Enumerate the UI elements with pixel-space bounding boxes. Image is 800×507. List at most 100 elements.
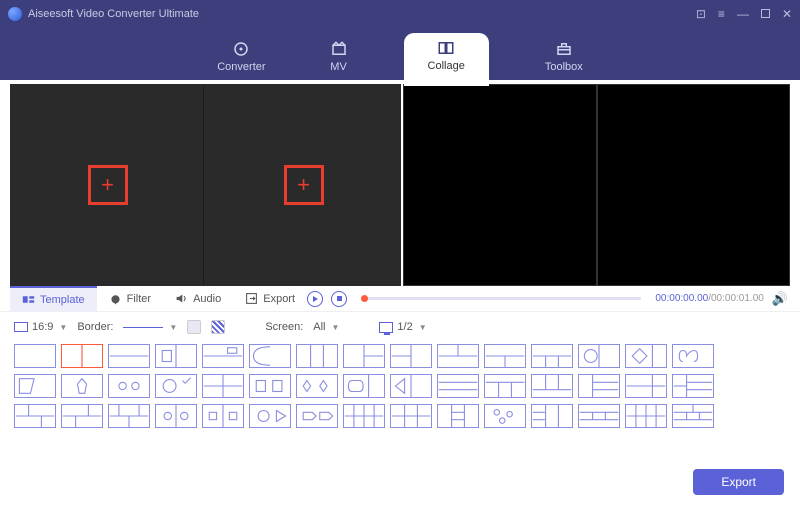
template-row xyxy=(14,344,786,368)
preview-slot xyxy=(597,84,791,286)
tab-collage-label: Collage xyxy=(428,60,465,72)
template-grid xyxy=(0,342,800,432)
volume-icon[interactable]: 🔊 xyxy=(772,291,788,307)
template-thumb[interactable] xyxy=(672,374,714,398)
collage-edit-panel: + + xyxy=(10,84,401,286)
tab-toolbox[interactable]: Toolbox xyxy=(537,36,591,73)
template-thumb[interactable] xyxy=(296,404,338,428)
titlebar: Aiseesoft Video Converter Ultimate ⊡ ≡ —… xyxy=(0,0,800,28)
screen-label: Screen: xyxy=(265,321,303,333)
template-thumb[interactable] xyxy=(108,404,150,428)
template-thumb[interactable] xyxy=(14,374,56,398)
template-thumb[interactable] xyxy=(625,374,667,398)
subtab-export-label: Export xyxy=(263,293,295,305)
subtab-filter[interactable]: Filter xyxy=(97,286,163,312)
template-thumb[interactable] xyxy=(484,374,526,398)
tab-collage[interactable]: Collage xyxy=(404,33,489,86)
template-thumb[interactable] xyxy=(249,344,291,368)
page-select[interactable]: 1/2▼ xyxy=(379,321,426,333)
template-thumb[interactable] xyxy=(61,404,103,428)
template-thumb[interactable] xyxy=(578,374,620,398)
template-thumb[interactable] xyxy=(343,404,385,428)
subtab-export[interactable]: Export xyxy=(233,286,307,312)
template-thumb[interactable] xyxy=(343,374,385,398)
template-thumb[interactable] xyxy=(390,374,432,398)
menu-icon[interactable]: ≡ xyxy=(718,8,725,20)
template-thumb[interactable] xyxy=(578,404,620,428)
tab-mv[interactable]: MV xyxy=(322,36,356,73)
close-icon[interactable]: ✕ xyxy=(782,8,792,20)
template-icon xyxy=(22,293,35,306)
template-thumb[interactable] xyxy=(155,374,197,398)
template-thumb[interactable] xyxy=(296,374,338,398)
sub-tabs: Template Filter Audio Export xyxy=(10,286,307,312)
screen-value: All xyxy=(313,321,325,333)
template-thumb[interactable] xyxy=(625,344,667,368)
template-thumb[interactable] xyxy=(437,374,479,398)
stop-button[interactable] xyxy=(331,291,347,307)
template-thumb[interactable] xyxy=(437,404,479,428)
template-thumb[interactable] xyxy=(155,404,197,428)
subtab-template[interactable]: Template xyxy=(10,286,97,312)
template-thumb[interactable] xyxy=(14,344,56,368)
collage-slot[interactable]: + xyxy=(208,86,399,284)
mv-icon xyxy=(330,40,348,58)
tab-converter[interactable]: Converter xyxy=(209,36,273,73)
template-thumb[interactable] xyxy=(390,344,432,368)
template-thumb[interactable] xyxy=(531,344,573,368)
feedback-icon[interactable]: ⊡ xyxy=(696,8,706,20)
template-thumb[interactable] xyxy=(249,374,291,398)
template-thumb[interactable] xyxy=(484,344,526,368)
subtab-audio[interactable]: Audio xyxy=(163,286,233,312)
play-button[interactable] xyxy=(307,291,323,307)
toolbox-icon xyxy=(555,40,573,58)
play-icon xyxy=(313,296,318,302)
chevron-down-icon: ▼ xyxy=(59,323,67,332)
screen-select[interactable]: All ▼ xyxy=(313,321,339,333)
template-thumb[interactable] xyxy=(343,344,385,368)
add-media-icon[interactable]: + xyxy=(284,165,324,205)
add-media-icon[interactable]: + xyxy=(88,165,128,205)
template-thumb[interactable] xyxy=(61,344,103,368)
subtab-template-label: Template xyxy=(40,294,85,306)
export-icon xyxy=(245,292,258,305)
template-thumb[interactable] xyxy=(14,404,56,428)
options-bar: 16:9▼ Border: ▼ Screen: All▼ 1/2▼ xyxy=(0,312,800,342)
monitor-icon xyxy=(379,322,393,333)
template-thumb[interactable] xyxy=(249,404,291,428)
template-thumb[interactable] xyxy=(296,344,338,368)
collage-preview-panel xyxy=(403,84,790,286)
seek-handle-icon[interactable] xyxy=(361,295,368,302)
template-thumb[interactable] xyxy=(578,344,620,368)
border-pattern-swatch[interactable] xyxy=(211,320,225,334)
template-thumb[interactable] xyxy=(61,374,103,398)
chevron-down-icon: ▼ xyxy=(332,323,340,332)
template-thumb[interactable] xyxy=(531,374,573,398)
template-thumb[interactable] xyxy=(672,344,714,368)
border-style-select[interactable]: ▼ xyxy=(123,323,177,332)
preview-slot xyxy=(403,84,597,286)
template-thumb[interactable] xyxy=(202,374,244,398)
template-thumb[interactable] xyxy=(202,344,244,368)
border-color-swatch[interactable] xyxy=(187,320,201,334)
template-thumb[interactable] xyxy=(202,404,244,428)
template-thumb[interactable] xyxy=(531,404,573,428)
stop-icon xyxy=(337,296,342,301)
template-row xyxy=(14,404,786,428)
template-thumb[interactable] xyxy=(108,374,150,398)
minimize-icon[interactable]: — xyxy=(737,8,749,20)
aspect-ratio-select[interactable]: 16:9 ▼ xyxy=(14,321,67,333)
collage-slot[interactable]: + xyxy=(12,86,204,284)
template-thumb[interactable] xyxy=(484,404,526,428)
template-thumb[interactable] xyxy=(672,404,714,428)
template-thumb[interactable] xyxy=(390,404,432,428)
template-thumb[interactable] xyxy=(108,344,150,368)
template-thumb[interactable] xyxy=(437,344,479,368)
maximize-icon[interactable] xyxy=(761,8,770,20)
template-thumb[interactable] xyxy=(155,344,197,368)
ratio-value: 16:9 xyxy=(32,321,53,333)
header: Aiseesoft Video Converter Ultimate ⊡ ≡ —… xyxy=(0,0,800,80)
seek-slider[interactable] xyxy=(361,297,641,300)
export-button[interactable]: Export xyxy=(693,469,784,495)
template-thumb[interactable] xyxy=(625,404,667,428)
